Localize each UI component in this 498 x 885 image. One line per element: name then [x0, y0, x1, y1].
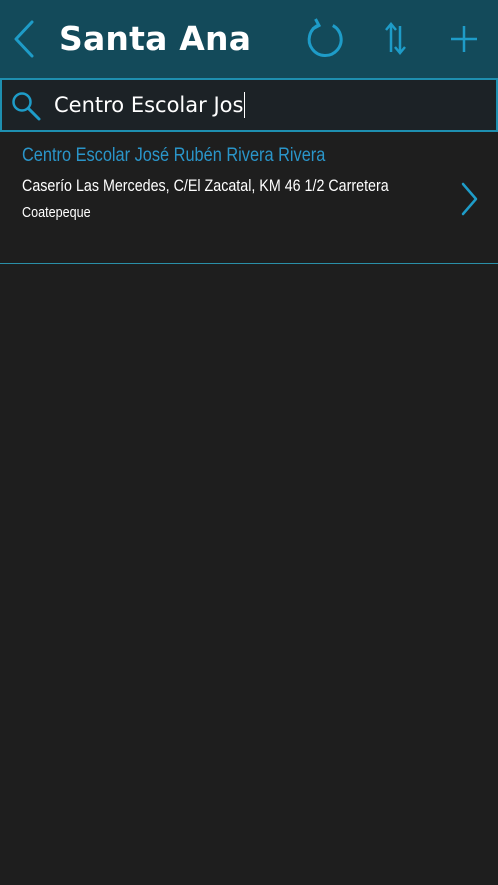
header-bar: Santa Ana — [0, 0, 498, 78]
search-input-text: Centro Escolar Jos — [54, 93, 244, 117]
sort-icon — [385, 22, 406, 55]
search-input[interactable]: Centro Escolar Jos — [52, 88, 484, 122]
refresh-icon — [307, 18, 343, 58]
school-city: Coatepeque — [22, 204, 91, 221]
app-screen: Santa Ana Centro Escolar Jos Centro Esco… — [0, 0, 498, 885]
school-name: Centro Escolar José Rubén Rivera Rivera — [22, 145, 326, 166]
text-caret — [244, 92, 246, 118]
search-icon — [12, 92, 41, 121]
chevron-right-icon — [461, 182, 478, 216]
refresh-button[interactable] — [301, 14, 351, 64]
sort-button[interactable] — [370, 14, 420, 64]
page-title: Santa Ana — [59, 19, 252, 58]
school-address: Caserío Las Mercedes, C/El Zacatal, KM 4… — [22, 176, 389, 195]
add-button[interactable] — [439, 14, 489, 64]
plus-icon — [451, 26, 477, 52]
list-item[interactable]: Centro Escolar José Rubén Rivera Rivera … — [0, 130, 498, 264]
back-button[interactable] — [6, 14, 46, 64]
chevron-left-icon — [14, 20, 34, 58]
search-bar[interactable]: Centro Escolar Jos — [0, 78, 498, 132]
